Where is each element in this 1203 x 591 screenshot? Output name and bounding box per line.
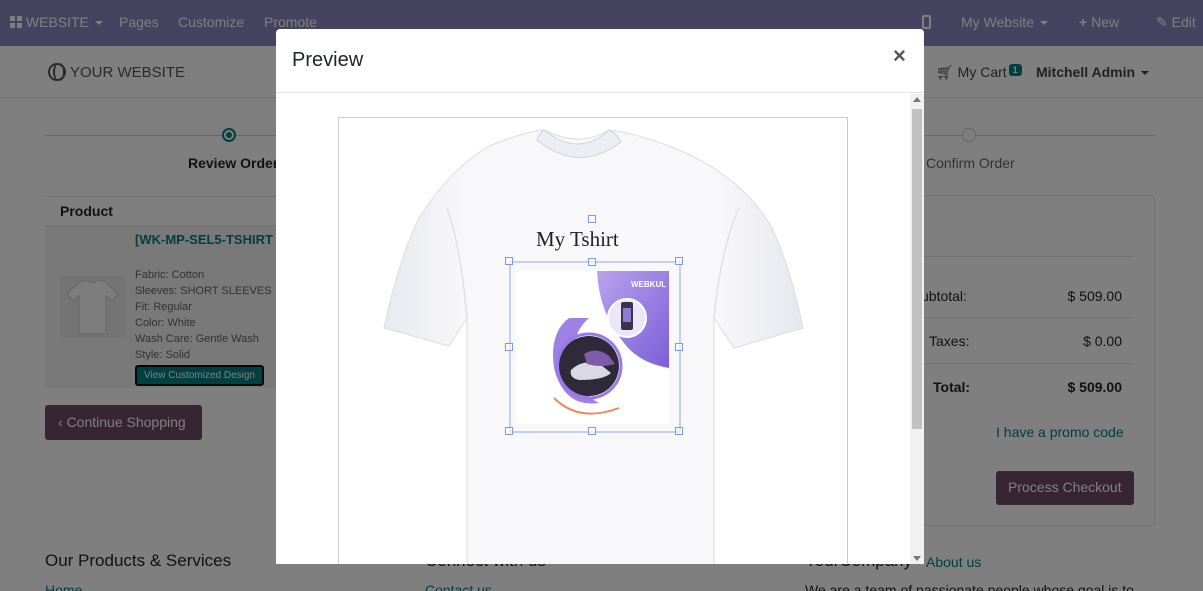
design-preview-canvas: WEBKUL My Tshirt xyxy=(338,117,848,564)
resize-handle-bottom-right[interactable] xyxy=(675,427,683,435)
resize-handle-right[interactable] xyxy=(675,343,683,351)
resize-handle-top[interactable] xyxy=(588,258,596,266)
scrollbar-thumb[interactable] xyxy=(912,109,922,429)
design-text-element[interactable]: My Tshirt xyxy=(536,227,619,252)
modal-scrollbar[interactable] xyxy=(910,94,924,564)
resize-handle-top-left[interactable] xyxy=(505,257,513,265)
preview-modal: Preview × WEBKUL My Tshirt xyxy=(276,29,924,564)
text-top-handle[interactable] xyxy=(588,215,596,223)
scroll-down-icon[interactable] xyxy=(913,556,921,561)
close-icon[interactable]: × xyxy=(893,43,906,69)
modal-header: Preview × xyxy=(276,29,924,93)
scroll-up-icon[interactable] xyxy=(913,97,921,102)
uploaded-logo-image[interactable] xyxy=(516,271,669,424)
resize-handle-bottom[interactable] xyxy=(588,427,596,435)
resize-handle-top-right[interactable] xyxy=(675,257,683,265)
resize-handle-bottom-left[interactable] xyxy=(505,427,513,435)
logo-brand-text: WEBKUL xyxy=(631,280,666,289)
tshirt-mockup: WEBKUL xyxy=(383,129,804,564)
modal-title: Preview xyxy=(292,49,364,71)
modal-body: WEBKUL My Tshirt xyxy=(276,94,924,564)
resize-handle-left[interactable] xyxy=(505,343,513,351)
